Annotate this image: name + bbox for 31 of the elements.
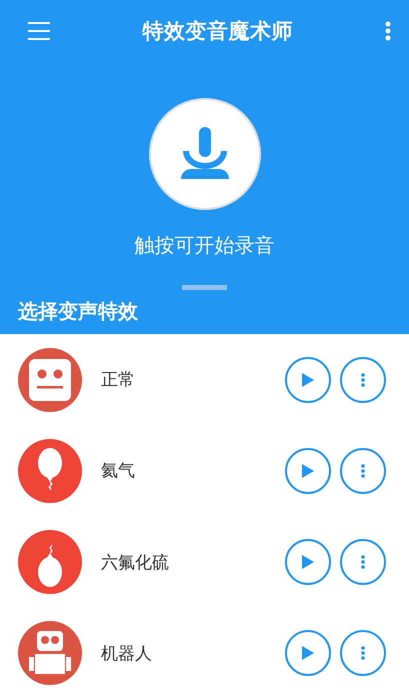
- play-icon: [302, 646, 314, 660]
- drop-balloon-icon: [18, 530, 82, 594]
- robot-face-icon: [18, 348, 82, 412]
- more-button[interactable]: [340, 448, 386, 494]
- more-icon: [361, 464, 365, 478]
- section-title: 选择变声特效: [18, 298, 138, 325]
- record-hint: 触按可开始录音: [134, 232, 274, 259]
- play-icon: [302, 372, 314, 387]
- menu-icon[interactable]: [28, 22, 50, 40]
- microphone-icon: [180, 127, 228, 181]
- more-button[interactable]: [340, 356, 386, 403]
- play-button[interactable]: [285, 630, 331, 676]
- effect-name: 氦气: [101, 460, 136, 482]
- more-icon[interactable]: [385, 21, 391, 41]
- play-icon: [302, 464, 314, 478]
- robot-icon: [18, 621, 82, 686]
- more-icon: [361, 372, 365, 387]
- effect-name: 机器人: [101, 642, 153, 665]
- play-icon: [302, 555, 314, 570]
- more-button[interactable]: [340, 539, 386, 586]
- app-title: 特效变音魔术师: [142, 18, 293, 45]
- more-icon: [361, 555, 365, 570]
- drag-handle[interactable]: [182, 285, 227, 290]
- play-button[interactable]: [285, 356, 331, 403]
- effect-name: 正常: [101, 369, 136, 392]
- play-button[interactable]: [285, 539, 331, 586]
- balloon-icon: [18, 438, 82, 503]
- more-button[interactable]: [340, 630, 386, 676]
- effect-name: 六氟化硫: [101, 552, 170, 574]
- play-button[interactable]: [285, 448, 331, 494]
- more-icon: [361, 646, 365, 660]
